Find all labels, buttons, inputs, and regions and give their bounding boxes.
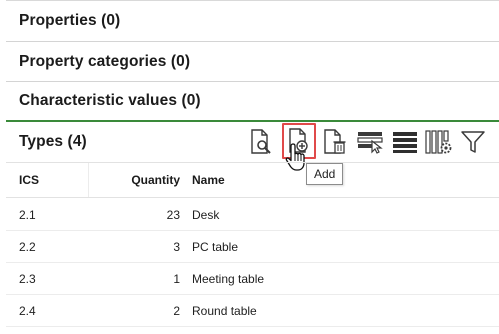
table-row[interactable]: 2.1 23 Desk xyxy=(6,199,499,231)
section-characteristic-values-title[interactable]: Characteristic values (0) xyxy=(19,92,201,110)
column-header-name[interactable]: Name xyxy=(186,163,499,197)
view-button[interactable] xyxy=(244,124,278,160)
cell-ics: 2.3 xyxy=(19,272,36,286)
cell-quantity: 2 xyxy=(173,304,180,318)
filter-funnel-icon xyxy=(461,131,485,153)
table-row[interactable]: 2.4 2 Round table xyxy=(6,295,499,327)
cell-name: Round table xyxy=(192,304,257,318)
columns-settings-icon xyxy=(425,130,452,154)
list-rows-icon xyxy=(393,132,417,153)
cell-ics: 2.1 xyxy=(19,208,36,222)
cell-quantity: 3 xyxy=(173,240,180,254)
select-rows-button[interactable] xyxy=(354,124,388,160)
section-characteristic-values[interactable]: Characteristic values (0) xyxy=(6,82,499,122)
cell-quantity: 23 xyxy=(166,208,180,222)
section-property-categories[interactable]: Property categories (0) xyxy=(6,42,499,82)
table-header: ICS Quantity Name xyxy=(6,162,499,198)
row-select-cursor-icon xyxy=(357,132,383,154)
cell-name: PC table xyxy=(192,240,239,254)
section-properties[interactable]: Properties (0) xyxy=(6,0,499,42)
column-header-ics[interactable]: ICS xyxy=(6,163,88,197)
column-settings-button[interactable] xyxy=(422,124,456,160)
cell-quantity: 1 xyxy=(173,272,180,286)
cell-name: Meeting table xyxy=(192,272,265,286)
delete-button[interactable] xyxy=(318,124,352,160)
cell-ics: 2.2 xyxy=(19,240,36,254)
table-row[interactable]: 2.2 3 PC table xyxy=(6,231,499,263)
column-header-quantity[interactable]: Quantity xyxy=(88,163,184,197)
document-magnifier-icon xyxy=(251,129,271,154)
table-row[interactable]: 2.3 1 Meeting table xyxy=(6,263,499,295)
section-properties-title[interactable]: Properties (0) xyxy=(19,12,120,30)
cell-name: Desk xyxy=(192,208,220,222)
document-delete-icon xyxy=(324,129,346,154)
filter-button[interactable] xyxy=(456,124,490,160)
list-view-button[interactable] xyxy=(388,124,422,160)
section-property-categories-title[interactable]: Property categories (0) xyxy=(19,53,190,71)
section-types-title[interactable]: Types (4) xyxy=(19,133,87,151)
cell-ics: 2.4 xyxy=(19,304,36,318)
